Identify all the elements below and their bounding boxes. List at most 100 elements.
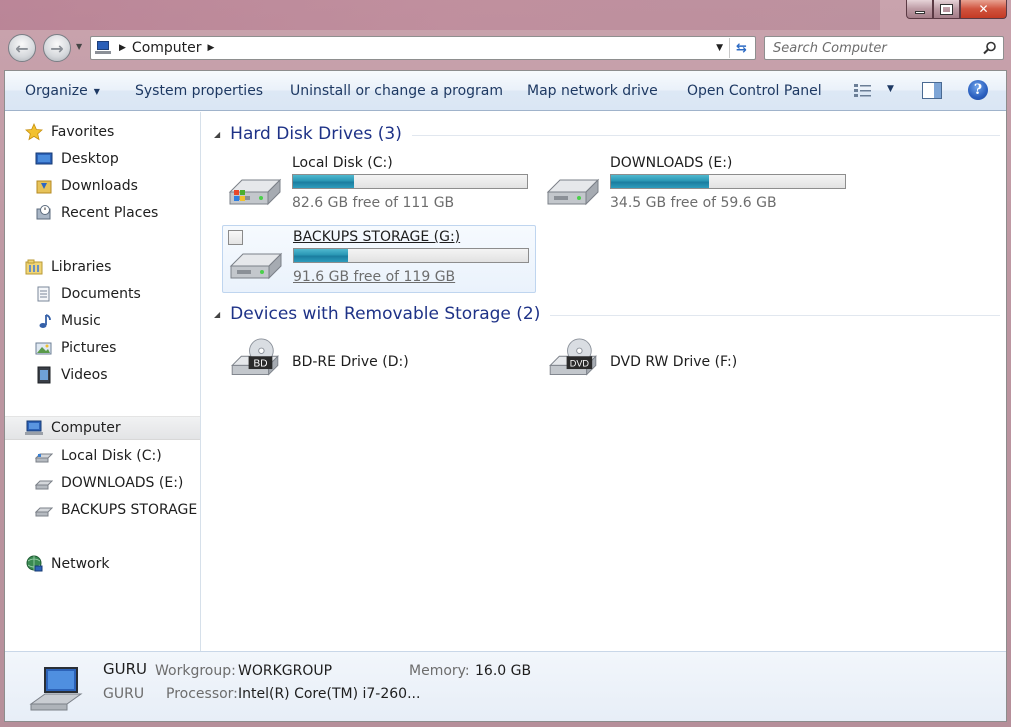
divider xyxy=(550,314,1000,316)
sidebar-item-libraries[interactable]: Libraries xyxy=(25,255,220,279)
background-taskbar xyxy=(0,0,880,30)
sidebar-item-label: Music xyxy=(61,313,101,329)
group-header-hard-disks[interactable]: ◢ Hard Disk Drives (3) xyxy=(214,122,1000,146)
close-button[interactable]: ✕ xyxy=(960,0,1007,19)
uninstall-program-button[interactable]: Uninstall or change a program xyxy=(290,71,503,111)
sidebar-item-backups-drive[interactable]: BACKUPS STORAGE (G:) xyxy=(35,498,200,522)
drive-tile-f[interactable]: DVD DVD RW Drive (F:) xyxy=(540,330,820,394)
bd-drive-icon: BD xyxy=(231,338,279,376)
sidebar-item-computer[interactable]: Computer xyxy=(5,416,200,440)
music-icon xyxy=(39,314,51,328)
help-icon[interactable]: ? xyxy=(968,80,988,100)
sidebar-item-downloads-drive[interactable]: DOWNLOADS (E:) xyxy=(35,471,200,495)
sidebar-item-label: Local Disk (C:) xyxy=(61,448,162,464)
open-control-panel-button[interactable]: Open Control Panel xyxy=(687,71,822,111)
drive-name: DVD RW Drive (F:) xyxy=(610,354,738,370)
explorer-client: Organize ▼ System properties Uninstall or… xyxy=(4,70,1007,722)
sidebar-item-documents[interactable]: Documents xyxy=(35,282,230,306)
search-icon[interactable] xyxy=(983,41,997,55)
sidebar-item-label: Desktop xyxy=(61,151,119,167)
drive-name: BACKUPS STORAGE (G:) xyxy=(293,229,461,245)
breadcrumb-chevron-icon[interactable]: ▶ xyxy=(208,43,215,53)
content-pane: ◢ Hard Disk Drives (3) Local Disk (C:) 8… xyxy=(202,112,1006,651)
group-header-removable[interactable]: ◢ Devices with Removable Storage (2) xyxy=(214,302,1000,326)
svg-text:BD: BD xyxy=(254,358,268,369)
arrow-left-icon: ← xyxy=(15,38,29,58)
sidebar-item-music[interactable]: Music xyxy=(35,309,230,333)
maximize-icon xyxy=(940,3,953,15)
sidebar-item-favorites[interactable]: Favorites xyxy=(25,120,220,144)
drive-tile-e[interactable]: DOWNLOADS (E:) 34.5 GB free of 59.6 GB xyxy=(540,152,854,220)
sidebar-item-desktop[interactable]: Desktop xyxy=(35,147,230,171)
recent-places-icon xyxy=(36,205,51,220)
hard-drive-icon xyxy=(35,507,53,517)
system-drive-icon xyxy=(228,178,282,206)
sidebar-item-label: BACKUPS STORAGE (G:) xyxy=(61,502,200,518)
sidebar-item-recent-places[interactable]: Recent Places xyxy=(35,201,230,225)
sidebar-item-label: Downloads xyxy=(61,178,138,194)
maximize-button[interactable] xyxy=(933,0,960,19)
memory-value: 16.0 GB xyxy=(475,663,532,679)
drive-free-space: 82.6 GB free of 111 GB xyxy=(292,195,455,211)
sidebar-item-local-disk[interactable]: Local Disk (C:) xyxy=(35,444,200,468)
caption-buttons: ✕ xyxy=(906,0,1007,19)
command-bar: Organize ▼ System properties Uninstall or… xyxy=(5,71,1006,111)
system-drive-icon xyxy=(35,453,53,463)
collapse-triangle-icon[interactable]: ◢ xyxy=(214,310,220,319)
breadcrumb-computer[interactable]: Computer xyxy=(132,40,202,56)
navigation-pane: Favorites Desktop Downloads Recent Place… xyxy=(5,112,201,651)
libraries-icon xyxy=(25,259,43,275)
computer-icon xyxy=(25,420,43,435)
videos-icon xyxy=(37,366,51,384)
refresh-button[interactable]: ⇆ xyxy=(729,38,753,58)
drive-usage-bar xyxy=(610,174,846,189)
sidebar-item-videos[interactable]: Videos xyxy=(35,363,230,387)
view-options-chevron-icon[interactable]: ▼ xyxy=(887,84,894,94)
drive-usage-fill xyxy=(611,175,710,188)
sidebar-item-label: DOWNLOADS (E:) xyxy=(61,475,184,491)
recent-pages-dropdown[interactable]: ▼ xyxy=(76,42,82,51)
drive-tile-d[interactable]: BD BD-RE Drive (D:) xyxy=(222,330,502,394)
address-bar[interactable]: ▶ Computer ▶ ▼ ⇆ xyxy=(90,36,756,60)
system-properties-button[interactable]: System properties xyxy=(135,71,263,111)
minimize-button[interactable] xyxy=(906,0,933,19)
hard-drive-icon xyxy=(546,178,600,206)
drive-usage-bar xyxy=(292,174,528,189)
drive-tile-g[interactable]: BACKUPS STORAGE (G:) 91.6 GB free of 119… xyxy=(222,225,536,293)
search-box[interactable] xyxy=(764,36,1004,60)
preview-pane-icon[interactable] xyxy=(922,82,942,99)
navigation-row: ← → ▼ ▶ Computer ▶ ▼ ⇆ xyxy=(0,32,1011,66)
drive-tile-c[interactable]: Local Disk (C:) 82.6 GB free of 111 GB xyxy=(222,152,536,220)
forward-button[interactable]: → xyxy=(43,34,71,62)
sidebar-item-label: Recent Places xyxy=(61,205,159,221)
sidebar-item-label: Computer xyxy=(51,420,121,436)
processor-value: Intel(R) Core(TM) i7-260... xyxy=(238,686,421,702)
minimize-icon xyxy=(914,10,925,14)
breadcrumb-chevron-icon[interactable]: ▶ xyxy=(119,43,126,53)
computer-icon xyxy=(95,41,113,55)
hard-drive-icon xyxy=(35,480,53,490)
drive-name: Local Disk (C:) xyxy=(292,155,393,171)
processor-label: Processor: xyxy=(166,686,238,702)
sidebar-item-label: Videos xyxy=(61,367,108,383)
sidebar-item-pictures[interactable]: Pictures xyxy=(35,336,230,360)
drive-name: BD-RE Drive (D:) xyxy=(292,354,409,370)
address-dropdown-icon[interactable]: ▼ xyxy=(716,43,723,53)
window-frame: ✕ ← → ▼ ▶ Computer ▶ ▼ ⇆ Organize▼ Sys xyxy=(0,0,1011,727)
back-button[interactable]: ← xyxy=(8,34,36,62)
sidebar-item-network[interactable]: Network xyxy=(25,552,220,576)
documents-icon xyxy=(37,286,50,302)
collapse-triangle-icon[interactable]: ◢ xyxy=(214,130,220,139)
downloads-folder-icon xyxy=(36,180,52,194)
sidebar-item-downloads[interactable]: Downloads xyxy=(35,174,230,198)
details-pane: GURU GURU Workgroup: WORKGROUP Memory: 1… xyxy=(5,651,1006,721)
organize-button[interactable]: Organize ▼ xyxy=(25,71,100,111)
map-network-drive-button[interactable]: Map network drive xyxy=(527,71,658,111)
select-checkbox[interactable] xyxy=(228,230,243,245)
organize-label: Organize xyxy=(25,83,88,99)
workgroup-label: Workgroup: xyxy=(155,663,236,679)
pictures-icon xyxy=(35,342,52,355)
svg-text:DVD: DVD xyxy=(570,358,590,368)
change-view-icon[interactable] xyxy=(853,83,873,99)
search-input[interactable] xyxy=(773,38,973,58)
